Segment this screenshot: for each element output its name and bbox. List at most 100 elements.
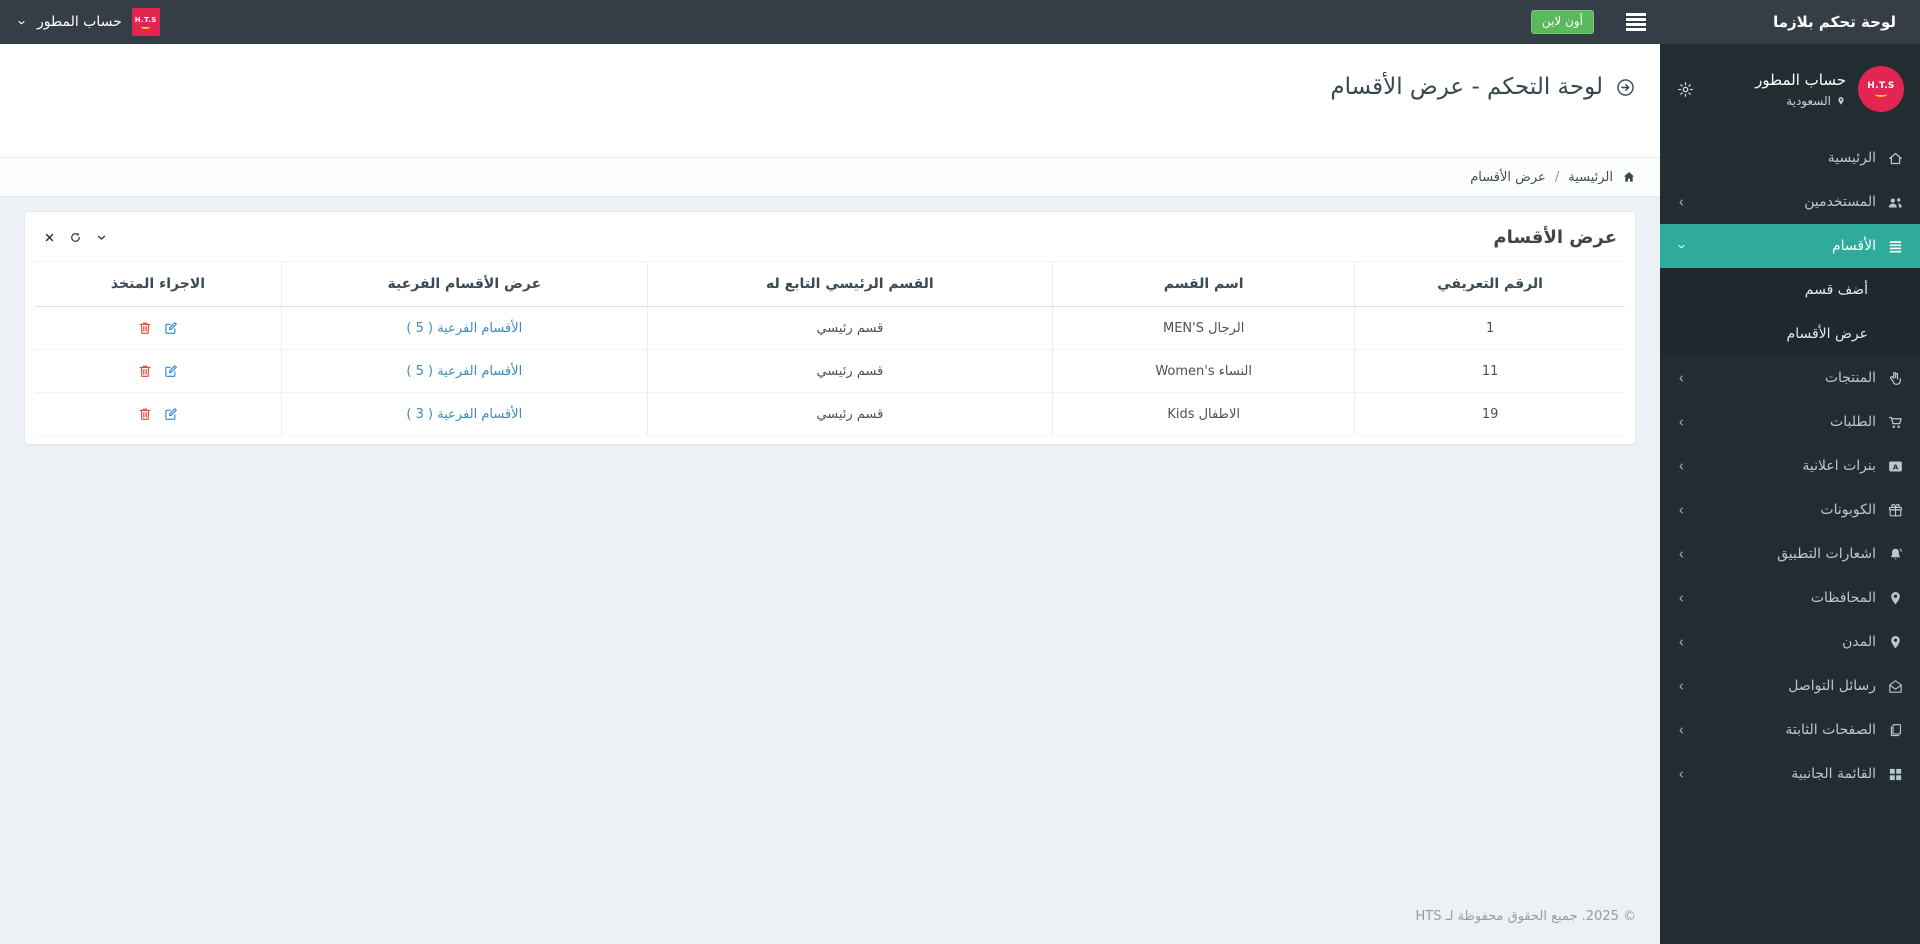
- sidebar-item-label: رسائل التواصل: [1788, 678, 1876, 694]
- arrow-circle-icon: [1615, 77, 1636, 98]
- online-status-badge: أون لاين: [1530, 10, 1594, 34]
- subcategories-link[interactable]: الأقسام الفرعية ( 5 ): [406, 321, 522, 336]
- cell-subcategories: الأقسام الفرعية ( 5 ): [280, 306, 648, 350]
- users-icon: [1876, 194, 1904, 211]
- hand-icon: [1876, 370, 1904, 387]
- cell-subcategories: الأقسام الفرعية ( 3 ): [280, 392, 648, 436]
- collapse-button[interactable]: [95, 231, 108, 244]
- sidebar-item[interactable]: الكوبونات: [1660, 488, 1920, 532]
- sidebar-item-label: المنتجات: [1824, 370, 1876, 386]
- delete-button[interactable]: [137, 406, 153, 422]
- chevron-down-icon: [16, 17, 27, 28]
- sidebar-submenu: أضف قسم عرض الأقسام: [1660, 268, 1920, 356]
- user-panel: H.T.S حساب المطور السعودية: [1660, 44, 1920, 132]
- column-header: الرقم التعريفي: [1354, 261, 1625, 307]
- edit-button[interactable]: [163, 363, 179, 379]
- hts-logo: H.T.S: [131, 8, 160, 36]
- page-title: لوحة التحكم - عرض الأقسام: [24, 74, 1636, 100]
- chevron-left-icon: [1676, 505, 1687, 516]
- column-header: الاجراء المتخذ: [35, 261, 282, 307]
- sidebar-item[interactable]: الرئيسية: [1660, 136, 1920, 180]
- cell-id: 1: [1354, 306, 1625, 350]
- chevron-left-icon: [1676, 549, 1687, 560]
- refresh-button[interactable]: [69, 231, 82, 244]
- pages-icon: [1876, 722, 1904, 739]
- user-location: السعودية: [1755, 94, 1846, 108]
- map-pin-icon: [1836, 96, 1846, 106]
- sidebar-subitem[interactable]: أضف قسم: [1660, 268, 1920, 312]
- sidebar-item[interactable]: القائمة الجانبية: [1660, 752, 1920, 796]
- cell-name: النساء Women's: [1052, 349, 1355, 393]
- table-header-row: الرقم التعريفي اسم القسم القسم الرئيسي الت…: [35, 261, 1625, 307]
- sidebar-item[interactable]: المدن: [1660, 620, 1920, 664]
- user-name: حساب المطور: [1755, 70, 1846, 89]
- table-row: 11 النساء Women's قسم رئيسي الأقسام الفر…: [35, 349, 1625, 393]
- sidebar-item-label: الصفحات الثابتة: [1785, 722, 1876, 738]
- edit-icon: [163, 363, 179, 379]
- chevron-down-icon: [1676, 241, 1687, 252]
- sidebar-menu: الرئيسية المستخدمين الأقسام أضف قسم عرض ا…: [1660, 136, 1920, 796]
- edit-button[interactable]: [163, 406, 179, 422]
- settings-gear-icon[interactable]: [1676, 80, 1695, 99]
- cell-parent-section: قسم رئيسي: [646, 392, 1053, 436]
- sidebar-item[interactable]: المنتجات: [1660, 356, 1920, 400]
- table-row: 19 الاطفال Kids قسم رئيسي الأقسام الفرعي…: [35, 392, 1625, 436]
- sections-panel: عرض الأقسام الرقم التعريفي اسم القسم القسم…: [24, 211, 1636, 445]
- sidebar-item[interactable]: بنرات اعلانية: [1660, 444, 1920, 488]
- cell-name: الاطفال Kids: [1052, 392, 1355, 436]
- cell-parent-section: قسم رئيسي: [646, 349, 1053, 393]
- sidebar-item[interactable]: المستخدمين: [1660, 180, 1920, 224]
- account-menu[interactable]: H.T.S حساب المطور: [0, 0, 176, 44]
- sections-table-body: 1 الرجال MEN'S قسم رئيسي الأقسام الفرعية…: [35, 306, 1625, 436]
- sidebar-item[interactable]: رسائل التواصل: [1660, 664, 1920, 708]
- edit-button[interactable]: [163, 320, 179, 336]
- subcategories-link[interactable]: الأقسام الفرعية ( 5 ): [406, 364, 522, 379]
- sidebar-item-label: المحافظات: [1810, 590, 1876, 606]
- ad-icon: [1876, 458, 1904, 475]
- cell-actions: [35, 392, 282, 436]
- delete-button[interactable]: [137, 320, 153, 336]
- breadcrumb-current: عرض الأقسام: [1470, 169, 1546, 185]
- sidebar: H.T.S حساب المطور السعودية الرئيسية المس…: [1660, 44, 1920, 944]
- sidebar-item-label: الأقسام: [1832, 238, 1876, 254]
- cell-name: الرجال MEN'S: [1052, 306, 1355, 350]
- subcategories-link[interactable]: الأقسام الفرعية ( 3 ): [406, 407, 522, 422]
- sidebar-item-label: الطلبات: [1830, 414, 1876, 430]
- app-title: لوحة تحكم بلازما: [1773, 13, 1896, 31]
- close-icon: [43, 231, 56, 244]
- chevron-left-icon: [1676, 725, 1687, 736]
- sidebar-item[interactable]: الطلبات: [1660, 400, 1920, 444]
- cell-actions: [35, 306, 282, 350]
- column-header: القسم الرئيسي التابع له: [646, 261, 1053, 307]
- chevron-left-icon: [1676, 593, 1687, 604]
- edit-icon: [163, 320, 179, 336]
- breadcrumb-home-link[interactable]: الرئيسية: [1568, 170, 1613, 185]
- home-icon: [1876, 150, 1904, 167]
- panel-title: عرض الأقسام: [1493, 227, 1617, 248]
- panel-tools: [43, 231, 108, 244]
- chevron-left-icon: [1676, 197, 1687, 208]
- delete-button[interactable]: [137, 363, 153, 379]
- footer-copyright: © 2025. جميع الحقوق محفوظة لـ HTS: [1415, 909, 1636, 924]
- sidebar-subitem[interactable]: عرض الأقسام: [1660, 312, 1920, 356]
- main-content: لوحة التحكم - عرض الأقسام الرئيسية / عرض…: [0, 0, 1660, 944]
- sidebar-item[interactable]: الأقسام: [1660, 224, 1920, 268]
- cell-subcategories: الأقسام الفرعية ( 5 ): [280, 349, 648, 393]
- chevron-left-icon: [1676, 417, 1687, 428]
- sidebar-item-label: المستخدمين: [1804, 194, 1876, 210]
- panel-header: عرض الأقسام: [25, 212, 1635, 261]
- smile-icon: [141, 25, 151, 29]
- column-header: عرض الأقسام الفرعية: [280, 261, 648, 307]
- chevron-left-icon: [1676, 637, 1687, 648]
- sidebar-item[interactable]: الصفحات الثابتة: [1660, 708, 1920, 752]
- sidebar-item-label: القائمة الجانبية: [1791, 766, 1876, 782]
- table-row: 1 الرجال MEN'S قسم رئيسي الأقسام الفرعية…: [35, 306, 1625, 350]
- list-icon: [1876, 238, 1904, 255]
- cell-actions: [35, 349, 282, 393]
- close-button[interactable]: [43, 231, 56, 244]
- sidebar-item[interactable]: اشعارات التطبيق: [1660, 532, 1920, 576]
- account-label: حساب المطور: [37, 14, 122, 30]
- sidebar-toggle-button[interactable]: [1612, 0, 1660, 44]
- sidebar-item[interactable]: المحافظات: [1660, 576, 1920, 620]
- cell-parent-section: قسم رئيسي: [646, 306, 1053, 350]
